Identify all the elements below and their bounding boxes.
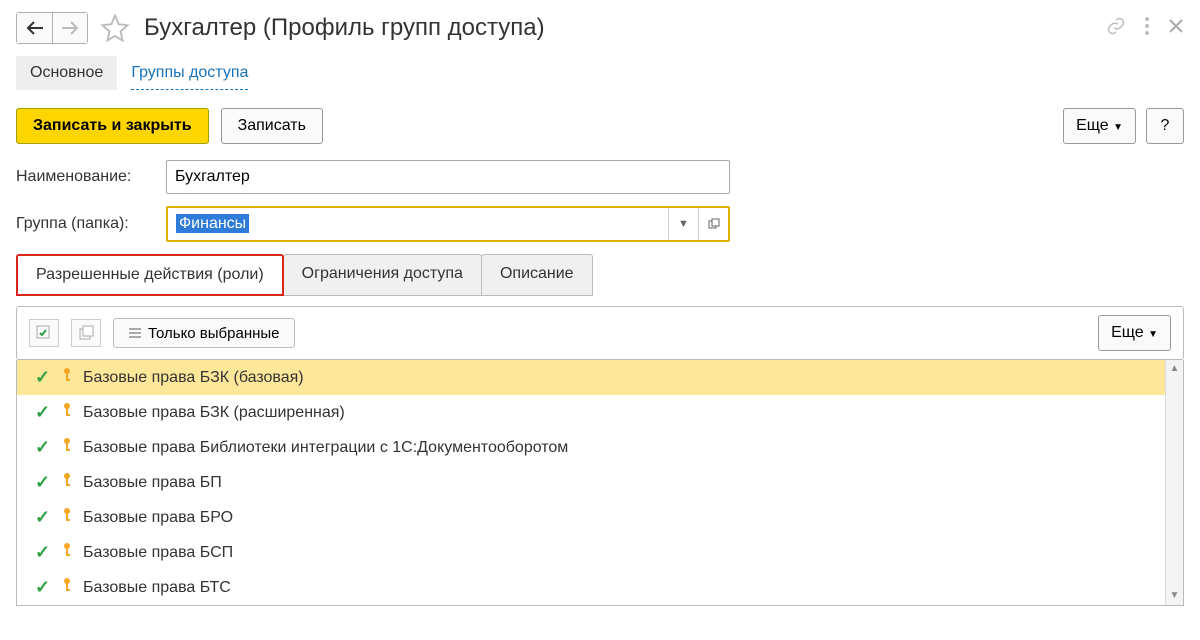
save-button[interactable]: Записать — [221, 108, 323, 144]
combo-dropdown-button[interactable]: ▼ — [668, 208, 698, 240]
list-item[interactable]: ✓ Базовые права БП — [17, 465, 1183, 500]
link-icon — [1106, 16, 1126, 36]
role-label: Базовые права БСП — [83, 544, 233, 562]
forward-button[interactable] — [52, 12, 88, 44]
star-icon — [100, 13, 130, 43]
group-value: Финансы — [168, 215, 668, 233]
uncheck-all-icon — [77, 324, 95, 342]
key-icon — [61, 402, 75, 423]
selected-only-button[interactable]: Только выбранные — [113, 318, 295, 348]
more-button[interactable]: Еще ▼ — [1063, 108, 1136, 144]
check-icon: ✓ — [35, 542, 53, 563]
kebab-icon — [1144, 16, 1150, 36]
check-icon: ✓ — [35, 367, 53, 388]
favorite-button[interactable] — [100, 13, 130, 43]
key-icon — [61, 577, 75, 598]
role-label: Базовые права Библиотеки интеграции с 1С… — [83, 439, 568, 457]
roles-list: ▲ ▼ ✓ Базовые права БЗК (базовая) ✓ Базовые… — [16, 360, 1184, 606]
check-icon: ✓ — [35, 507, 53, 528]
check-icon: ✓ — [35, 472, 53, 493]
check-all-button[interactable] — [29, 319, 59, 347]
close-icon — [1168, 18, 1184, 34]
tab-roles[interactable]: Разрешенные действия (роли) — [16, 254, 284, 296]
list-item[interactable]: ✓ Базовые права Библиотеки интеграции с 1… — [17, 430, 1183, 465]
tab-description[interactable]: Описание — [481, 254, 593, 296]
check-icon: ✓ — [35, 402, 53, 423]
group-combo[interactable]: Финансы ▼ — [166, 206, 730, 242]
more-label: Еще — [1076, 117, 1109, 134]
help-button[interactable]: ? — [1146, 108, 1184, 144]
role-label: Базовые права БЗК (базовая) — [83, 369, 304, 387]
list-item[interactable]: ✓ Базовые права БЗК (расширенная) — [17, 395, 1183, 430]
page-title: Бухгалтер (Профиль групп доступа) — [144, 14, 545, 42]
key-icon — [61, 472, 75, 493]
kebab-menu-button[interactable] — [1144, 16, 1150, 40]
tab-restrictions[interactable]: Ограничения доступа — [283, 254, 482, 296]
selected-only-label: Только выбранные — [148, 325, 280, 342]
key-icon — [61, 367, 75, 388]
key-icon — [61, 437, 75, 458]
subtab-main[interactable]: Основное — [16, 56, 117, 90]
list-icon — [128, 326, 142, 340]
list-item[interactable]: ✓ Базовые права БТС — [17, 570, 1183, 605]
name-label: Наименование: — [16, 168, 156, 186]
save-and-close-button[interactable]: Записать и закрыть — [16, 108, 209, 144]
key-icon — [61, 507, 75, 528]
list-item[interactable]: ✓ Базовые права БСП — [17, 535, 1183, 570]
check-all-icon — [35, 324, 53, 342]
subtab-access-groups[interactable]: Группы доступа — [131, 64, 248, 90]
scroll-up-icon: ▲ — [1166, 360, 1183, 378]
uncheck-all-button[interactable] — [71, 319, 101, 347]
role-label: Базовые права БЗК (расширенная) — [83, 404, 345, 422]
chevron-down-icon: ▼ — [1113, 122, 1123, 133]
chevron-down-icon: ▼ — [1148, 329, 1158, 340]
list-more-label: Еще — [1111, 324, 1144, 341]
chevron-down-icon: ▼ — [678, 218, 689, 230]
list-item[interactable]: ✓ Базовые права БЗК (базовая) — [17, 360, 1183, 395]
list-more-button[interactable]: Еще ▼ — [1098, 315, 1171, 351]
name-input[interactable] — [166, 160, 730, 194]
open-external-icon — [708, 218, 720, 230]
key-icon — [61, 542, 75, 563]
check-icon: ✓ — [35, 577, 53, 598]
link-button[interactable] — [1106, 16, 1126, 40]
role-label: Базовые права БТС — [83, 579, 231, 597]
group-label: Группа (папка): — [16, 215, 156, 233]
arrow-right-icon — [61, 21, 79, 35]
role-label: Базовые права БП — [83, 474, 222, 492]
combo-open-button[interactable] — [698, 208, 728, 240]
back-button[interactable] — [16, 12, 52, 44]
arrow-left-icon — [26, 21, 44, 35]
close-button[interactable] — [1168, 18, 1184, 38]
check-icon: ✓ — [35, 437, 53, 458]
list-item[interactable]: ✓ Базовые права БРО — [17, 500, 1183, 535]
role-label: Базовые права БРО — [83, 509, 233, 527]
scroll-down-icon: ▼ — [1166, 587, 1183, 605]
scrollbar[interactable]: ▲ ▼ — [1165, 360, 1183, 605]
